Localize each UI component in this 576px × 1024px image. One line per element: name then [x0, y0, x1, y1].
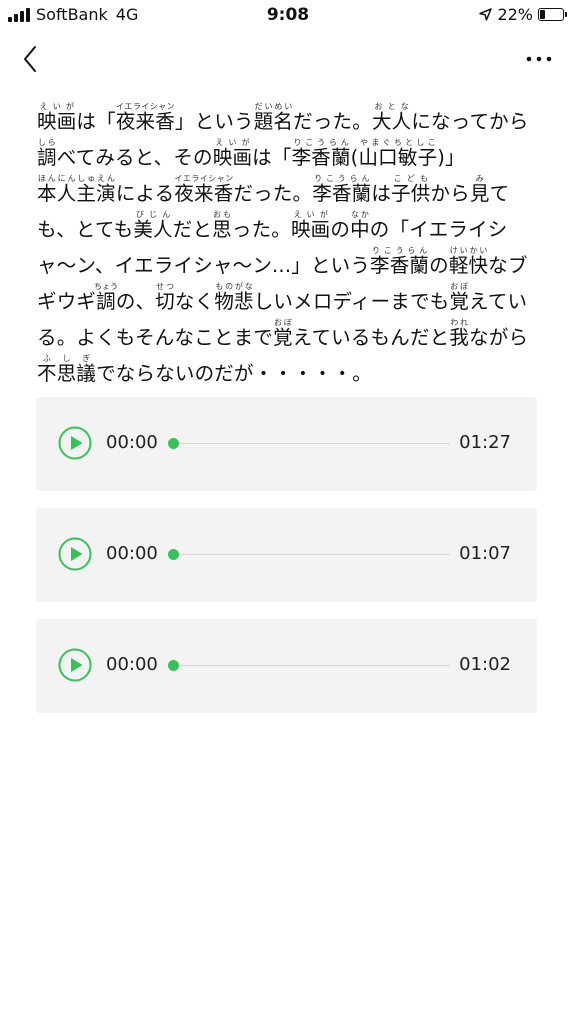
- more-button[interactable]: [522, 44, 556, 74]
- ellipsis-icon: [526, 56, 552, 62]
- audio-player: 00:00 01:02: [36, 619, 537, 713]
- play-button[interactable]: [58, 648, 92, 682]
- location-arrow-icon: [479, 8, 493, 21]
- progress-track[interactable]: [168, 438, 450, 449]
- text-run: でならないのだが・・・・・。: [96, 362, 372, 385]
- furigana-word: 調ちょう: [93, 282, 118, 313]
- text-run: の、: [115, 290, 156, 313]
- status-right: 22%: [479, 5, 567, 24]
- text-run: えているもんだと: [292, 326, 450, 349]
- furigana-word: 本人主演ほんにんしゅえん: [37, 174, 116, 205]
- text-run: だった。: [233, 182, 313, 205]
- battery-percent: 22%: [497, 5, 533, 24]
- furigana-word: 覚おぼ: [273, 318, 293, 349]
- progress-track[interactable]: [168, 660, 450, 671]
- furigana-word: 映画えいが: [212, 138, 253, 169]
- status-bar: SoftBank 4G 9:08 22%: [0, 0, 576, 30]
- play-icon: [58, 648, 92, 682]
- text-run: だと: [172, 218, 213, 241]
- text-run: になってから: [411, 110, 529, 133]
- text-run: )」: [437, 146, 465, 169]
- article: 映画えいがは「夜来香イエライシャン」という題名だいめいだった。大人おとなになって…: [37, 102, 541, 392]
- furigana-word: 李香蘭りこうらん: [312, 174, 372, 205]
- text-run: だった。: [293, 110, 372, 133]
- text-run: による: [115, 182, 175, 205]
- text-run: 」という: [174, 110, 254, 133]
- furigana-word: 我われ: [449, 318, 470, 349]
- battery-icon: [538, 8, 567, 21]
- duration: 01:02: [459, 654, 511, 675]
- play-icon: [58, 537, 92, 571]
- chevron-left-icon: [24, 46, 36, 72]
- furigana-word: 調しら: [37, 138, 57, 169]
- furigana-word: 映画えいが: [37, 102, 77, 133]
- nav-bar: [0, 34, 576, 84]
- furigana-word: 子供こども: [391, 174, 431, 205]
- text-run: った。: [231, 218, 291, 241]
- article-paragraph: 映画えいがは「夜来香イエライシャン」という題名だいめいだった。大人おとなになって…: [37, 102, 541, 392]
- back-button[interactable]: [16, 40, 50, 78]
- furigana-word: 覚おぼ: [449, 282, 470, 313]
- text-run: なく: [174, 290, 215, 313]
- text-run: は: [371, 182, 392, 205]
- progress-knob[interactable]: [168, 549, 179, 560]
- play-icon: [58, 426, 92, 460]
- furigana-word: 物悲ものがな: [214, 282, 254, 313]
- furigana-word: 中なか: [350, 210, 370, 241]
- text-run: は「: [252, 146, 292, 169]
- text-run: べてみると、その: [56, 146, 213, 169]
- progress-track[interactable]: [168, 549, 450, 560]
- audio-player: 00:00 01:27: [36, 397, 537, 491]
- furigana-word: 李香蘭りこうらん: [291, 138, 351, 169]
- furigana-word: 切せつ: [155, 282, 175, 313]
- furigana-word: 美人びじん: [133, 210, 173, 241]
- current-time: 00:00: [106, 654, 158, 675]
- furigana-word: 李香蘭りこうらん: [370, 246, 430, 277]
- current-time: 00:00: [106, 432, 158, 453]
- furigana-word: 大人おとな: [371, 102, 412, 133]
- audio-player: 00:00 01:07: [36, 508, 537, 602]
- furigana-word: 夜来香イエライシャン: [115, 102, 175, 133]
- current-time: 00:00: [106, 543, 158, 564]
- duration: 01:27: [459, 432, 511, 453]
- furigana-word: 映画えいが: [290, 210, 331, 241]
- progress-knob[interactable]: [168, 438, 179, 449]
- furigana-word: 思おも: [212, 210, 232, 241]
- furigana-word: 山口敏子やまぐちとしこ: [358, 138, 438, 169]
- furigana-word: 見み: [469, 174, 490, 205]
- text-run: から: [430, 182, 470, 205]
- play-button[interactable]: [58, 537, 92, 571]
- text-run: ながら: [469, 326, 529, 349]
- furigana-word: 軽快けいかい: [448, 246, 489, 277]
- text-run: は「: [76, 110, 116, 133]
- furigana-word: 不思議ふしぎ: [37, 354, 97, 385]
- battery-fill: [540, 10, 545, 19]
- text-run: しいメロディーまでも: [253, 290, 450, 313]
- duration: 01:07: [459, 543, 511, 564]
- progress-knob[interactable]: [168, 660, 179, 671]
- furigana-word: 題名だいめい: [253, 102, 294, 133]
- text-run: の: [330, 218, 351, 241]
- play-button[interactable]: [58, 426, 92, 460]
- text-run: の: [429, 254, 449, 277]
- audio-list: 00:00 01:27 00:00 01:07 00:00 01:02: [36, 397, 537, 730]
- furigana-word: 夜来香イエライシャン: [174, 174, 234, 205]
